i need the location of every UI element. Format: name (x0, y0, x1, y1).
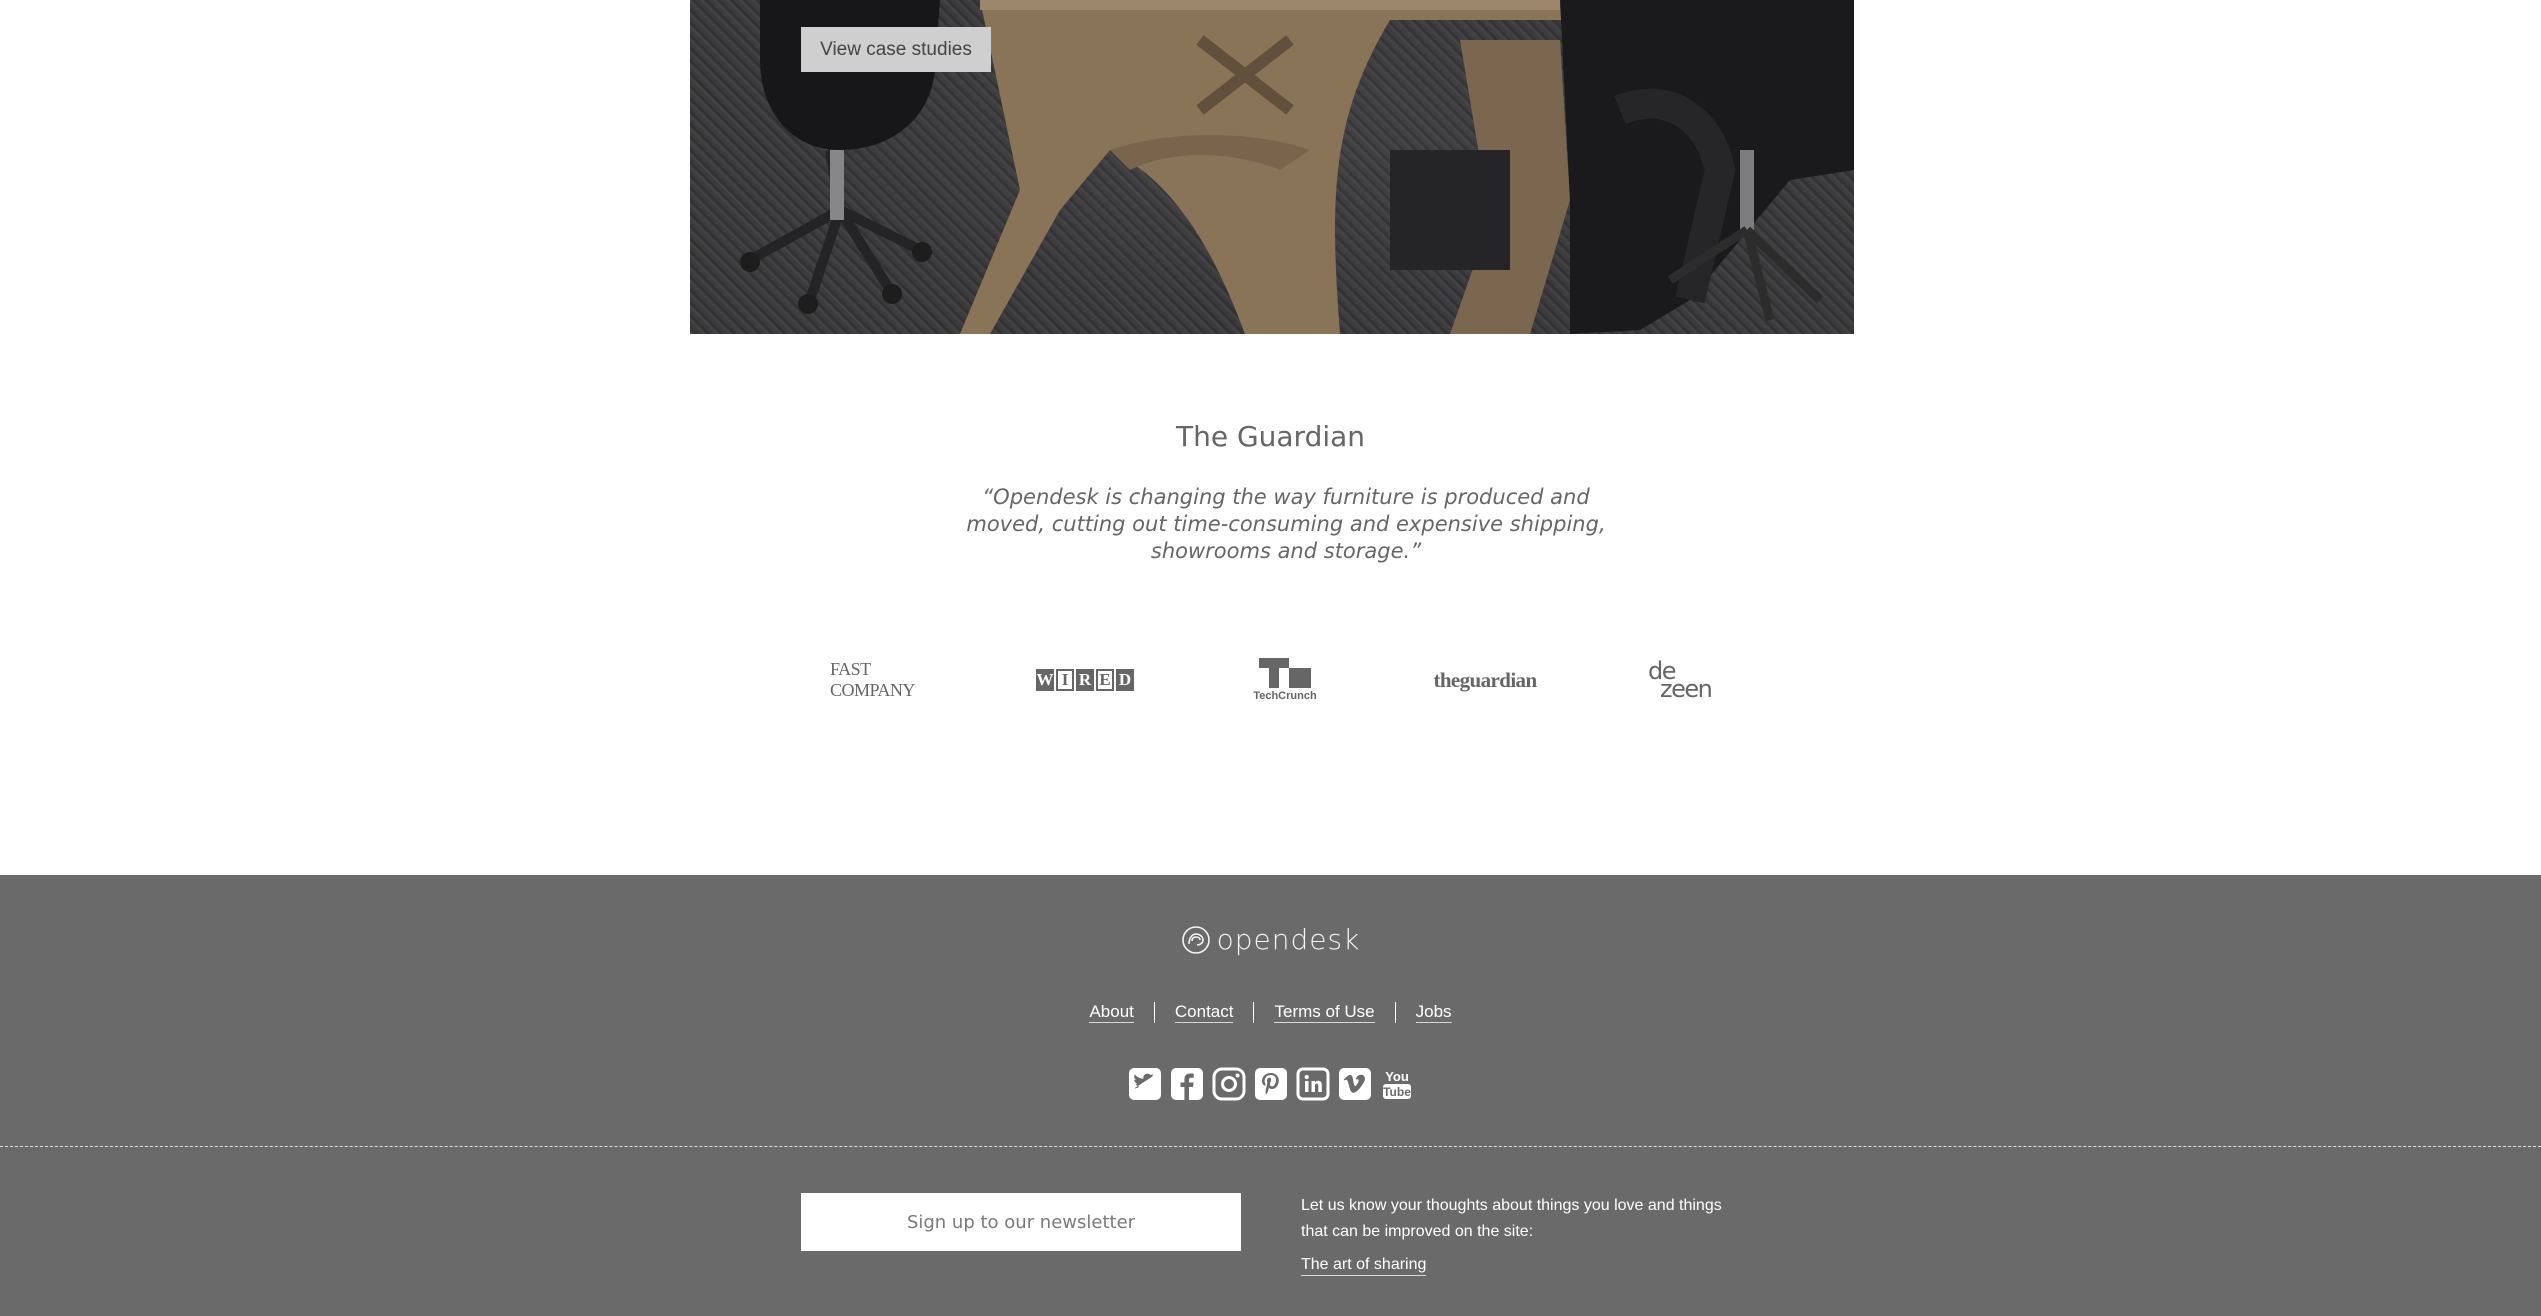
wired-letter: R (1076, 669, 1094, 691)
footer-link-contact[interactable]: Contact (1153, 1002, 1254, 1023)
guardian-logo-text: theguardian (1433, 667, 1537, 692)
newsletter-signup-button[interactable]: Sign up to our newsletter (801, 1193, 1241, 1251)
fastcompany-logo-text: FAST COMPANY (830, 659, 915, 700)
wired-logo[interactable]: W I R E D (1035, 650, 1135, 710)
footer-nav: About Contact Terms of Use Jobs (0, 1002, 2541, 1023)
twitter-icon[interactable] (1128, 1067, 1162, 1101)
facebook-icon[interactable] (1170, 1067, 1204, 1101)
dezeen-logo-bottom: zeen (1660, 675, 1713, 703)
techcrunch-mark-icon (1259, 658, 1311, 688)
youtube-icon[interactable]: You Tube (1380, 1067, 1414, 1101)
feedback-text: Let us know your thoughts about things y… (1301, 1197, 1722, 1240)
footer-link-jobs[interactable]: Jobs (1394, 1002, 1472, 1023)
pinterest-icon[interactable] (1254, 1067, 1288, 1101)
testimonial-quote: “Opendesk is changing the way furniture … (966, 485, 1606, 563)
art-of-sharing-link[interactable]: The art of sharing (1301, 1255, 1427, 1276)
feedback-block: Let us know your thoughts about things y… (1301, 1193, 1751, 1278)
linkedin-icon[interactable] (1296, 1067, 1330, 1101)
footer-link-terms[interactable]: Terms of Use (1253, 1002, 1394, 1023)
footer-link-label: Contact (1174, 1002, 1234, 1023)
techcrunch-logo-text: TechCrunch (1253, 690, 1317, 702)
hero-image: View case studies (690, 0, 1854, 334)
footer-link-label: Terms of Use (1274, 1002, 1375, 1023)
dezeen-logo[interactable]: de zeen (1640, 650, 1730, 710)
brand-name: opendesk (1216, 923, 1361, 956)
footer-link-about[interactable]: About (1069, 1002, 1153, 1023)
press-logos: FAST COMPANY W I R E D TechCrunch thegua… (0, 650, 2541, 710)
wired-letter: D (1116, 669, 1134, 691)
techcrunch-logo[interactable]: TechCrunch (1245, 650, 1325, 710)
footer-link-label: Jobs (1415, 1002, 1452, 1023)
fastcompany-logo[interactable]: FAST COMPANY (830, 650, 945, 710)
opendesk-logo[interactable]: opendesk (0, 923, 2541, 956)
site-footer: opendesk About Contact Terms of Use Jobs… (0, 875, 2541, 1316)
testimonial-source: The Guardian (1175, 420, 1366, 453)
wired-letter: W (1036, 669, 1054, 691)
wired-letter: E (1096, 669, 1114, 691)
svg-text:You: You (1385, 1069, 1409, 1084)
svg-text:Tube: Tube (1383, 1085, 1411, 1099)
wired-letter: I (1056, 669, 1074, 691)
social-links: You Tube (0, 1067, 2541, 1101)
vimeo-icon[interactable] (1338, 1067, 1372, 1101)
instagram-icon[interactable] (1212, 1067, 1246, 1101)
view-case-studies-button[interactable]: View case studies (801, 27, 991, 72)
footer-divider (0, 1146, 2541, 1147)
guardian-logo[interactable]: theguardian (1420, 650, 1550, 710)
footer-link-label: About (1089, 1002, 1134, 1023)
opendesk-mark-icon (1181, 925, 1210, 954)
